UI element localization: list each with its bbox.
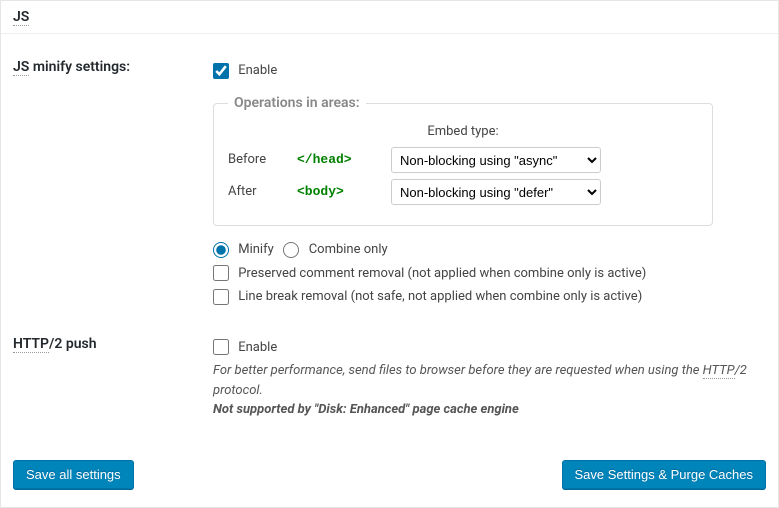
ops-row-after: After <body> Non-blocking using "defer" [228, 179, 698, 205]
embed-before-head-select[interactable]: Non-blocking using "async" [391, 147, 601, 173]
panel-body: JS minify settings: Enable Operations in… [1, 34, 778, 450]
enable-js-minify-label: Enable [213, 63, 277, 78]
operations-fieldset: Operations in areas: Embed type: Before … [213, 93, 713, 227]
http2-push-label: HTTP/2 push [13, 326, 213, 435]
ops-before-label: Before [228, 150, 283, 170]
save-all-button[interactable]: Save all settings [13, 460, 134, 489]
preserved-comment-label: Preserved comment removal (not applied w… [213, 266, 646, 281]
body-open-tag-icon: <body> [297, 182, 377, 202]
js-minify-label: JS minify settings: [13, 49, 213, 326]
panel-header: JS [1, 1, 778, 34]
line-break-label: Line break removal (not safe, not applie… [213, 289, 642, 304]
panel-title: JS [13, 9, 29, 26]
save-purge-button[interactable]: Save Settings & Purge Caches [562, 460, 767, 489]
line-break-checkbox[interactable] [213, 289, 229, 305]
preserved-comment-checkbox[interactable] [213, 265, 229, 281]
minify-radio[interactable] [213, 242, 229, 258]
embed-after-body-select[interactable]: Non-blocking using "defer" [391, 179, 601, 205]
http2-warning: Not supported by "Disk: Enhanced" page c… [213, 402, 519, 417]
embed-type-header: Embed type: [228, 122, 698, 142]
enable-http2-label: Enable [213, 340, 277, 355]
http2-description: For better performance, send files to br… [213, 361, 756, 420]
button-row: Save all settings Save Settings & Purge … [1, 450, 778, 507]
settings-panel: JS JS minify settings: Enable [0, 0, 779, 508]
minify-radio-label: Minify [213, 242, 277, 257]
enable-js-minify-checkbox[interactable] [213, 63, 229, 79]
enable-http2-checkbox[interactable] [213, 339, 229, 355]
operations-legend: Operations in areas: [228, 93, 366, 114]
ops-after-label: After [228, 182, 283, 202]
ops-row-before: Before </head> Non-blocking using "async… [228, 147, 698, 173]
combine-only-radio[interactable] [283, 242, 299, 258]
combine-radio-label: Combine only [283, 242, 387, 257]
head-close-tag-icon: </head> [297, 150, 377, 170]
